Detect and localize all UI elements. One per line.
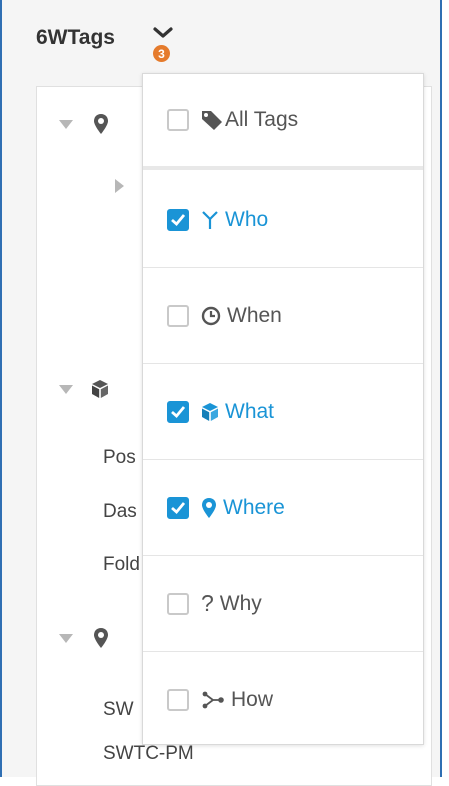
option-label: How — [231, 688, 274, 711]
tag-filter-dropdown: All Tags Who When What Where ? Why How — [142, 73, 424, 745]
option-label: What — [225, 399, 275, 423]
checkbox[interactable] — [167, 208, 189, 231]
who-icon — [201, 210, 219, 230]
option-label: Who — [225, 207, 269, 231]
tree-item[interactable]: SW — [103, 699, 134, 721]
check-icon — [171, 405, 186, 418]
caret-right-icon — [115, 179, 124, 193]
map-marker-icon — [94, 628, 108, 648]
caret-down-icon — [59, 384, 73, 394]
option-who[interactable]: Who — [143, 172, 423, 268]
chevron-down-icon — [153, 27, 173, 38]
option-when[interactable]: When — [143, 268, 423, 364]
page-title: 6WTags — [36, 26, 115, 49]
tree-group-where-2[interactable] — [59, 627, 109, 649]
option-label: Where — [223, 495, 285, 519]
main-frame: 6WTags 3 Pos Das Fold SW SWTC-PM All Tag… — [0, 0, 442, 786]
tags-dropdown-toggle[interactable]: 3 — [150, 24, 178, 62]
tree-subgroup[interactable] — [115, 179, 124, 193]
checkbox[interactable] — [167, 592, 189, 615]
option-label: All Tags — [225, 108, 299, 131]
map-marker-icon — [94, 114, 108, 134]
option-what[interactable]: What — [143, 364, 423, 460]
option-where[interactable]: Where — [143, 460, 423, 556]
tree-item[interactable]: Das — [103, 501, 137, 523]
caret-down-icon — [59, 633, 73, 643]
checkbox[interactable] — [167, 400, 189, 423]
cube-icon — [201, 402, 219, 422]
clock-icon — [201, 306, 221, 326]
cube-icon — [92, 380, 108, 398]
checkbox[interactable] — [167, 496, 189, 519]
caret-down-icon — [59, 119, 73, 129]
check-icon — [171, 501, 186, 514]
option-all-tags[interactable]: All Tags — [143, 74, 423, 170]
tree-item[interactable]: Fold — [103, 554, 140, 576]
option-label: When — [227, 303, 282, 327]
checkbox[interactable] — [167, 689, 189, 711]
question-icon: ? — [201, 590, 214, 616]
option-why[interactable]: ? Why — [143, 556, 423, 652]
tag-icon — [201, 110, 223, 130]
tree-group-where[interactable] — [59, 113, 109, 135]
option-how[interactable]: How — [143, 652, 423, 748]
check-icon — [171, 213, 186, 226]
tree-item[interactable]: Pos — [103, 447, 136, 469]
map-marker-icon — [201, 497, 217, 519]
selected-count-badge: 3 — [153, 45, 170, 62]
tree-group-what[interactable] — [59, 379, 109, 399]
header: 6WTags 3 — [2, 0, 440, 72]
option-label: Why — [219, 591, 262, 615]
share-nodes-icon — [201, 690, 225, 710]
checkbox[interactable] — [167, 304, 189, 327]
checkbox[interactable] — [167, 109, 189, 131]
